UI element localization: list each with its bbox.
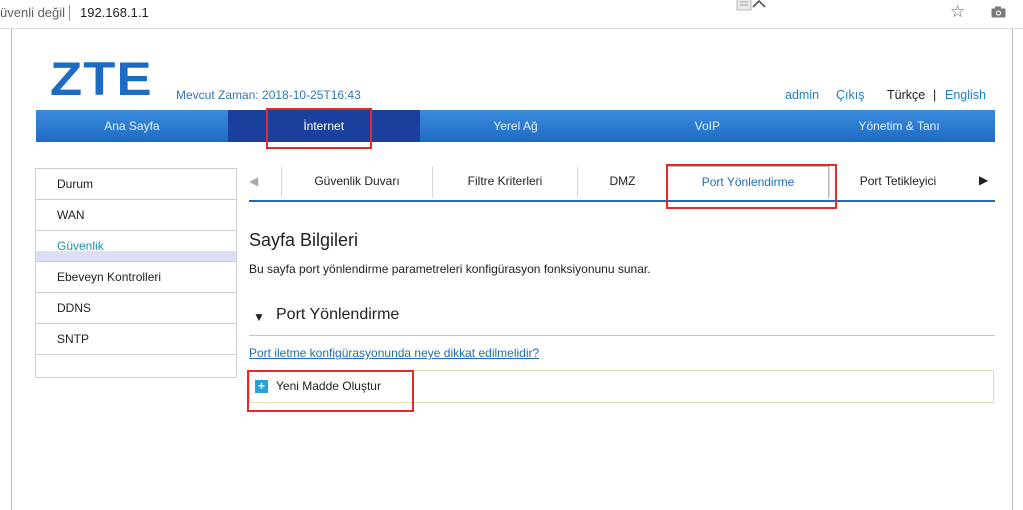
tab-dmz[interactable]: DMZ (577, 166, 667, 197)
translate-icon[interactable] (736, 0, 768, 12)
section-title[interactable]: Port Yönlendirme (276, 306, 399, 324)
zte-logo: ZTE (50, 52, 153, 105)
tab-firewall[interactable]: Güvenlik Duvarı (281, 166, 432, 197)
current-time: Mevcut Zaman: 2018-10-25T16:43 (176, 88, 361, 102)
tab-scroll-right-icon[interactable]: ▶ (979, 173, 988, 187)
add-icon[interactable]: + (255, 380, 268, 393)
sidebar: Durum WAN Güvenlik Ebeveyn Kontrolleri D… (35, 168, 237, 378)
main-nav: Ana Sayfa İnternet Yerel Ağ VoIP Yönetim… (36, 110, 995, 142)
user-link[interactable]: admin (785, 88, 819, 102)
new-item-button[interactable]: Yeni Madde Oluştur (276, 379, 381, 393)
sidebar-item-wan[interactable]: WAN (36, 200, 236, 231)
lang-turkish[interactable]: Türkçe (887, 88, 925, 102)
logout-link[interactable]: Çıkış (836, 88, 864, 102)
help-link[interactable]: Port iletme konfigürasyonunda neye dikka… (249, 346, 539, 360)
tab-port-trigger[interactable]: Port Tetikleyici (829, 166, 966, 197)
nav-management[interactable]: Yönetim & Tanı (803, 110, 995, 142)
security-indicator[interactable]: üvenli değil (0, 5, 65, 20)
sidebar-item-parental-controls[interactable]: Ebeveyn Kontrolleri (36, 262, 236, 293)
nav-voip[interactable]: VoIP (611, 110, 803, 142)
new-item-bar: + Yeni Madde Oluştur (249, 370, 994, 403)
sidebar-item-status[interactable]: Durum (36, 169, 236, 200)
nav-internet[interactable]: İnternet (227, 110, 420, 142)
browser-toolbar: üvenli değil 192.168.1.1 ☆ (0, 0, 1023, 29)
lang-separator: | (933, 88, 937, 102)
tab-scroll-left-icon[interactable]: ◀ (249, 174, 258, 188)
sidebar-item-ddns[interactable]: DDNS (36, 293, 236, 324)
address-separator (69, 5, 70, 21)
tab-port-forwarding[interactable]: Port Yönlendirme (667, 166, 829, 200)
nav-local-network[interactable]: Yerel Ağ (420, 110, 612, 142)
address-bar[interactable]: 192.168.1.1 (80, 5, 149, 20)
sidebar-item-security[interactable]: Güvenlik (36, 231, 236, 262)
camera-icon[interactable] (991, 6, 1006, 18)
nav-home[interactable]: Ana Sayfa (36, 110, 228, 142)
section-header[interactable]: ▼ Port Yönlendirme (249, 306, 995, 336)
page-title: Sayfa Bilgileri (249, 230, 359, 250)
collapse-triangle-icon[interactable]: ▼ (253, 310, 265, 324)
lang-english[interactable]: English (945, 88, 986, 102)
star-icon[interactable]: ☆ (950, 2, 965, 22)
page-description: Bu sayfa port yönlendirme parametreleri … (249, 262, 651, 276)
sidebar-item-sntp[interactable]: SNTP (36, 324, 236, 355)
sub-tab-bar: ◀ Güvenlik Duvarı Filtre Kriterleri DMZ … (249, 166, 995, 202)
router-page: ZTE Mevcut Zaman: 2018-10-25T16:43 admin… (11, 29, 1013, 510)
tab-filter-criteria[interactable]: Filtre Kriterleri (432, 166, 577, 197)
sidebar-spacer (36, 355, 236, 378)
